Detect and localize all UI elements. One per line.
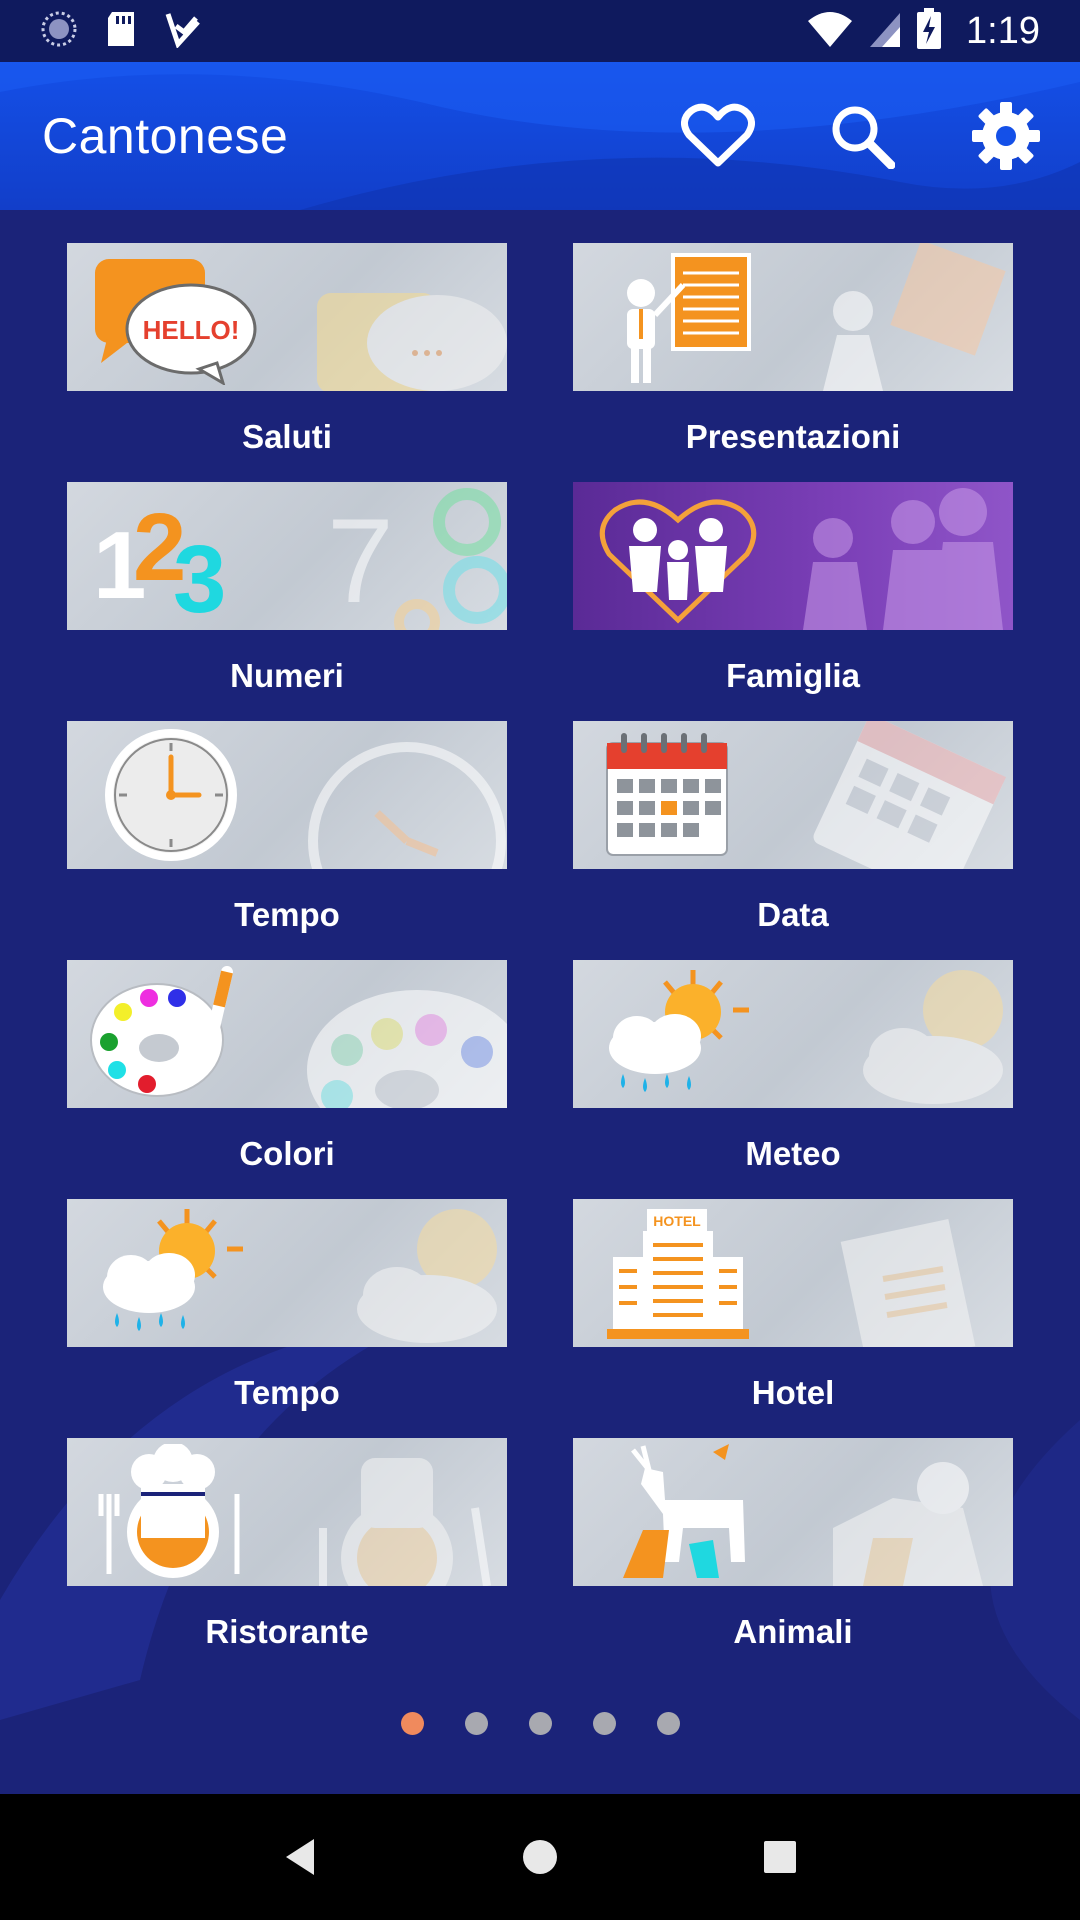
recents-icon <box>764 1841 796 1873</box>
page-dot-3[interactable] <box>528 1712 552 1735</box>
page-dot-1[interactable] <box>400 1712 424 1735</box>
category-card-data[interactable]: Data <box>573 721 1013 960</box>
category-image <box>573 482 1013 630</box>
category-label: Saluti <box>242 417 332 455</box>
back-icon <box>286 1839 314 1875</box>
category-card-animali[interactable]: Animali <box>573 1438 1013 1677</box>
svg-text:3: 3 <box>173 526 226 624</box>
category-image: 7 123 <box>67 482 507 630</box>
category-image <box>573 960 1013 1108</box>
home-icon <box>523 1840 557 1874</box>
category-image: HOTEL <box>573 1199 1013 1347</box>
sun-cloud-rain-icon <box>609 970 749 1092</box>
category-label: Animali <box>733 1612 853 1650</box>
category-card-meteo[interactable]: Meteo <box>573 960 1013 1199</box>
home-button[interactable] <box>500 1817 580 1897</box>
animals-icon <box>623 1444 745 1578</box>
category-label: Numeri <box>230 656 344 694</box>
calendar-icon <box>606 733 728 856</box>
category-image <box>67 960 507 1108</box>
search-button[interactable] <box>824 98 900 174</box>
back-button[interactable] <box>260 1817 340 1897</box>
app-bar: Cantonese <box>0 62 1080 210</box>
category-card-tempo-weather[interactable]: Tempo <box>67 1199 507 1438</box>
hello-speech-bubble-icon: HELLO! <box>95 259 257 385</box>
sun-cloud-rain-icon <box>103 1209 243 1331</box>
category-label: Tempo <box>234 895 340 933</box>
presentation-board-icon <box>627 253 751 383</box>
page-indicator <box>0 1712 1080 1735</box>
page-dot-4[interactable] <box>592 1712 616 1735</box>
category-label: Colori <box>239 1134 335 1172</box>
checkmark-download-icon <box>164 10 202 53</box>
hotel-building-icon: HOTEL <box>607 1209 749 1339</box>
category-image <box>67 1438 507 1586</box>
category-image <box>67 1199 507 1347</box>
category-grid: HELLO! Saluti Presentazioni 7 123 Numeri… <box>67 243 1013 1677</box>
signal-icon <box>868 9 902 54</box>
category-label: Data <box>757 895 829 933</box>
category-card-tempo-clock[interactable]: Tempo <box>67 721 507 960</box>
sd-card-icon <box>104 10 138 53</box>
battery-charging-icon <box>916 7 942 55</box>
numbers-123-icon: 123 <box>93 494 226 624</box>
system-nav-bar <box>0 1794 1080 1920</box>
category-card-presentazioni[interactable]: Presentazioni <box>573 243 1013 482</box>
loading-icon <box>40 10 78 53</box>
wifi-icon <box>806 9 854 54</box>
category-card-ristorante[interactable]: Ristorante <box>67 1438 507 1677</box>
category-label: Hotel <box>751 1373 835 1411</box>
family-heart-icon <box>599 499 757 624</box>
recents-button[interactable] <box>740 1817 820 1897</box>
svg-text:HELLO!: HELLO! <box>143 315 240 345</box>
category-card-colori[interactable]: Colori <box>67 960 507 1199</box>
category-label: Meteo <box>745 1134 841 1172</box>
favorites-button[interactable] <box>680 98 756 174</box>
category-card-hotel[interactable]: HOTEL Hotel <box>573 1199 1013 1438</box>
search-icon <box>832 106 895 169</box>
page-dot-5[interactable] <box>656 1712 680 1735</box>
clock-icon <box>105 729 237 861</box>
page-dot-2[interactable] <box>464 1712 488 1735</box>
status-time: 1:19 <box>966 9 1040 52</box>
category-label: Famiglia <box>726 656 860 694</box>
category-image <box>573 721 1013 869</box>
category-card-famiglia[interactable]: Famiglia <box>573 482 1013 721</box>
svg-text:7: 7 <box>327 494 394 628</box>
chef-plate-icon <box>98 1444 240 1578</box>
category-image <box>67 721 507 869</box>
category-image <box>573 243 1013 391</box>
paint-palette-icon <box>90 966 233 1097</box>
status-bar: 1:19 <box>0 0 1080 62</box>
app-title: Cantonese <box>42 108 289 164</box>
heart-icon <box>681 103 755 167</box>
svg-text:HOTEL: HOTEL <box>653 1213 701 1229</box>
category-image: HELLO! <box>67 243 507 391</box>
category-card-saluti[interactable]: HELLO! Saluti <box>67 243 507 482</box>
category-label: Tempo <box>234 1373 340 1411</box>
settings-button[interactable] <box>968 98 1044 174</box>
category-label: Presentazioni <box>685 417 901 455</box>
category-card-numeri[interactable]: 7 123 Numeri <box>67 482 507 721</box>
category-image <box>573 1438 1013 1586</box>
category-label: Ristorante <box>205 1612 369 1650</box>
gear-icon <box>972 102 1040 170</box>
